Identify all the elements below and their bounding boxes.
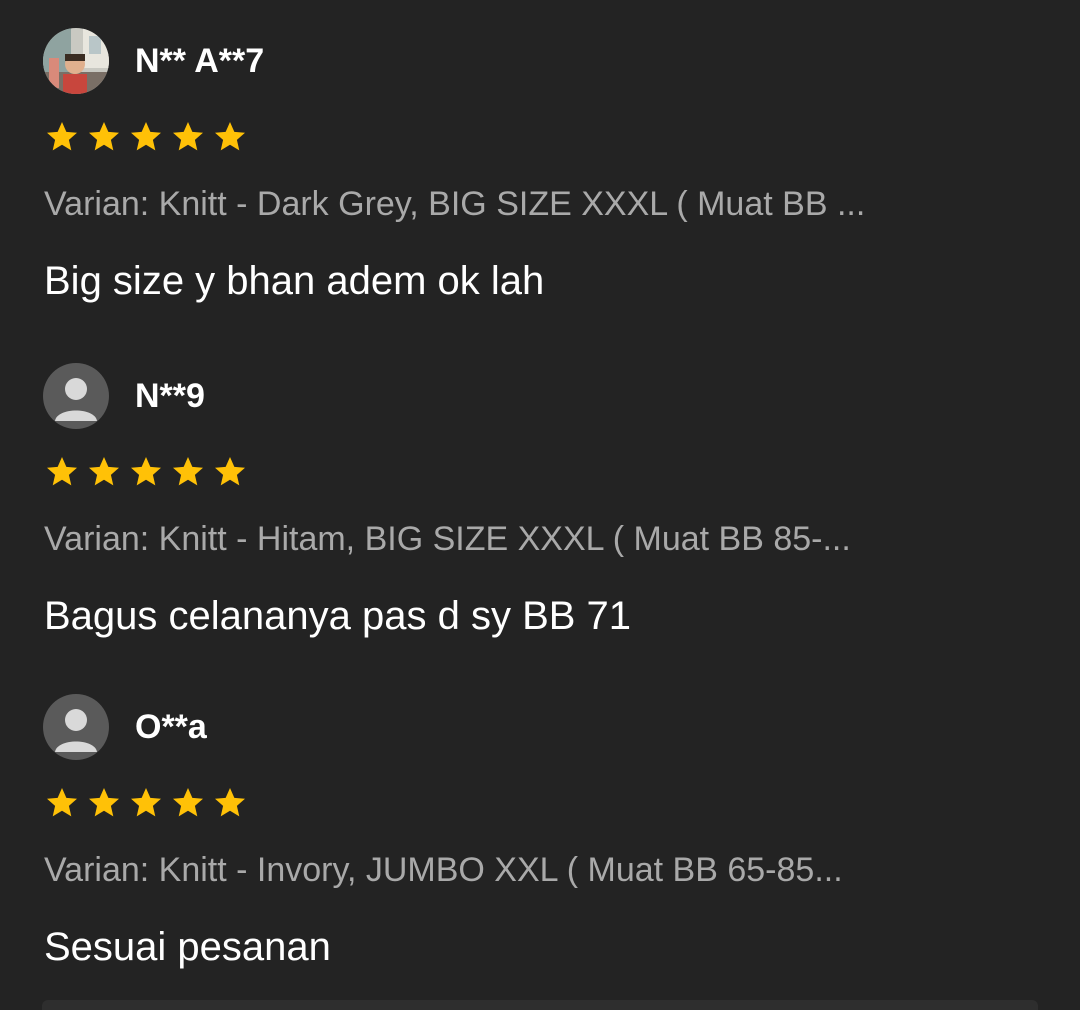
variant-text: Varian: Knitt - Dark Grey, BIG SIZE XXXL… (44, 185, 866, 223)
review-comment: Sesuai pesanan (44, 925, 331, 969)
star-icon (44, 119, 80, 155)
avatar[interactable] (43, 28, 109, 94)
default-avatar[interactable] (43, 363, 109, 429)
star-icon (170, 785, 206, 821)
star-icon (86, 119, 122, 155)
default-user-icon (43, 694, 109, 760)
variant-text: Varian: Knitt - Invory, JUMBO XXL ( Muat… (44, 851, 843, 889)
reviewer-name: O**a (135, 708, 207, 746)
star-icon (128, 785, 164, 821)
star-icon (86, 454, 122, 490)
star-icon (86, 785, 122, 821)
next-review-card (42, 1000, 1038, 1010)
star-icon (170, 454, 206, 490)
star-icon (170, 119, 206, 155)
star-icon (44, 785, 80, 821)
star-icon (212, 454, 248, 490)
default-avatar[interactable] (43, 694, 109, 760)
review-comment: Big size y bhan adem ok lah (44, 259, 545, 303)
reviewer-name: N** A**7 (135, 42, 265, 80)
review-comment: Bagus celananya pas d sy BB 71 (44, 594, 632, 638)
star-icon (128, 119, 164, 155)
default-user-icon (43, 363, 109, 429)
star-icon (44, 454, 80, 490)
reviews-page: N** A**7 Varian: Knitt - Dark Grey, BIG … (0, 0, 1080, 1010)
reviewer-name: N**9 (135, 377, 205, 415)
rating-stars (44, 454, 248, 490)
star-icon (128, 454, 164, 490)
rating-stars (44, 119, 248, 155)
star-icon (212, 785, 248, 821)
star-icon (212, 119, 248, 155)
variant-text: Varian: Knitt - Hitam, BIG SIZE XXXL ( M… (44, 520, 851, 558)
rating-stars (44, 785, 248, 821)
